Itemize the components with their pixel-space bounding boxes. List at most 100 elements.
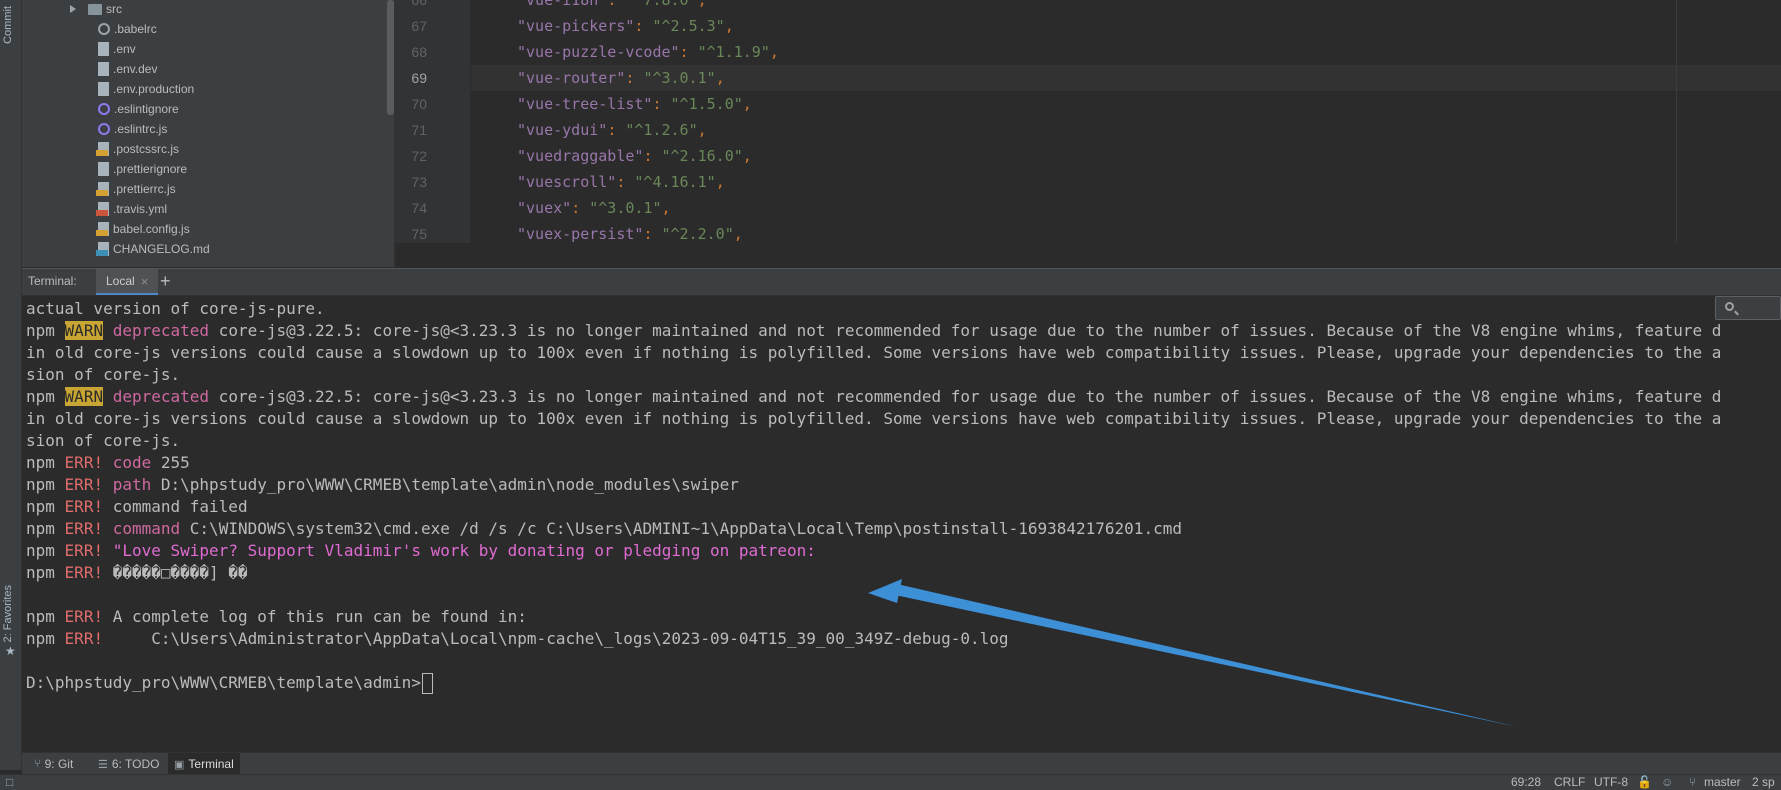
- line-number: 74: [411, 200, 427, 216]
- line-number: 67: [411, 18, 427, 34]
- line-number: 66: [411, 0, 427, 8]
- terminal-line: npm ERR! �����□����] ��: [26, 563, 248, 582]
- add-tab-icon[interactable]: +: [160, 271, 171, 292]
- tree-item-travis[interactable]: .travis.yml: [96, 199, 167, 219]
- js-file-icon: [96, 182, 109, 196]
- tree-item-prettierignore[interactable]: .prettierignore: [98, 159, 187, 179]
- tab-label: Local: [106, 274, 135, 288]
- tree-item-label: .env.production: [113, 82, 195, 96]
- code-line: "vue-tree-list": "^1.5.0",: [517, 95, 752, 113]
- line-number-gutter: 66 67 68 69 70 71 72 73 74 75: [395, 0, 470, 243]
- file-icon: [98, 82, 109, 96]
- code-line: "vuex-persist": "^2.2.0",: [517, 225, 743, 243]
- line-number: 71: [411, 122, 427, 138]
- todo-tool-tab[interactable]: ☰ 6: TODO: [92, 753, 165, 775]
- git-tool-tab[interactable]: ⑂ 9: Git: [28, 753, 79, 775]
- terminal-line: in old core-js versions could cause a sl…: [26, 343, 1722, 362]
- commit-tool-label: Commit: [2, 6, 14, 44]
- layout-icon[interactable]: □: [6, 775, 13, 790]
- caret-position[interactable]: 69:28: [1511, 775, 1541, 790]
- star-icon: ★: [5, 644, 16, 658]
- tree-item-label: .travis.yml: [113, 202, 167, 216]
- close-icon[interactable]: ×: [141, 274, 149, 289]
- right-margin-guide: [1676, 0, 1677, 243]
- favorites-tool-tab[interactable]: 2: Favorites: [2, 585, 14, 642]
- commit-tool-tab[interactable]: Commit: [2, 6, 14, 44]
- tree-item-label: src: [106, 2, 122, 16]
- terminal-line: npm ERR! C:\Users\Administrator\AppData\…: [26, 629, 1009, 648]
- tree-item-label: .prettierrc.js: [113, 182, 176, 196]
- code-line: "vuex": "^3.0.1",: [517, 199, 671, 217]
- tree-item-prettierrc[interactable]: .prettierrc.js: [96, 179, 176, 199]
- tree-item-postcssrc[interactable]: .postcssrc.js: [96, 139, 180, 159]
- terminal-prompt[interactable]: D:\phpstudy_pro\WWW\CRMEB\template\admin…: [26, 670, 433, 695]
- tree-item-label: .prettierignore: [113, 162, 188, 176]
- line-separator[interactable]: CRLF: [1554, 775, 1585, 790]
- status-bar: □ 69:28 CRLF UTF-8 🔓 ☺ ⑂ master 2 sp: [0, 774, 1781, 790]
- js-file-icon: [96, 142, 109, 156]
- line-number: 73: [411, 174, 427, 190]
- code-line: "vuedraggable": "^2.16.0",: [517, 147, 752, 165]
- terminal-line: in old core-js versions could cause a sl…: [26, 409, 1722, 428]
- eslint-icon: [98, 103, 110, 115]
- search-icon: [1725, 302, 1734, 311]
- lock-icon[interactable]: 🔓: [1637, 775, 1652, 790]
- gear-file-icon: [98, 23, 110, 35]
- tree-item-label: babel.config.js: [113, 222, 190, 236]
- tool-window-bar: ⑂ 9: Git ☰ 6: TODO ▣ Terminal: [22, 752, 1781, 775]
- tree-item-env-production[interactable]: .env.production: [98, 79, 194, 99]
- tree-item-label: .env: [113, 42, 136, 56]
- tab-local[interactable]: Local ×: [96, 269, 159, 295]
- line-number: 68: [411, 44, 427, 60]
- tree-item-label: CHANGELOG.md: [113, 242, 210, 256]
- code-line: "vuescroll": "^4.16.1",: [517, 173, 725, 191]
- git-branch[interactable]: master: [1704, 775, 1741, 790]
- tree-item-babel-config[interactable]: babel.config.js: [96, 219, 190, 239]
- code-line-current: "vue-router": "^3.0.1",: [517, 69, 725, 87]
- left-tool-strip: Commit 2: Favorites ★: [0, 0, 22, 770]
- code-line: "vue-puzzle-vcode": "^1.1.9",: [517, 43, 779, 61]
- list-icon: ☰: [98, 758, 108, 771]
- js-file-icon: [96, 222, 109, 236]
- line-number: 70: [411, 96, 427, 112]
- tree-item-label: .eslintrc.js: [114, 122, 168, 136]
- folder-icon: [88, 4, 102, 15]
- tree-item-eslintignore[interactable]: .eslintignore: [98, 99, 179, 119]
- tree-scrollbar[interactable]: [387, 0, 394, 115]
- code-line: "vue-i18n": "^7.8.0",: [517, 0, 707, 9]
- project-tree: src .babelrc .env .env.dev .env.producti…: [22, 0, 395, 267]
- tree-item-changelog[interactable]: CHANGELOG.md: [96, 239, 210, 259]
- tree-item-babelrc[interactable]: .babelrc: [98, 19, 157, 39]
- tree-item-env-dev[interactable]: .env.dev: [98, 59, 157, 79]
- line-number: 72: [411, 148, 427, 164]
- file-icon: [98, 62, 109, 76]
- code-line: "vue-ydui": "^1.2.6",: [517, 121, 707, 139]
- tree-item-env[interactable]: .env: [98, 39, 136, 59]
- terminal-output[interactable]: actual version of core-js-pure. npm WARN…: [22, 296, 1781, 752]
- code-line: "vue-pickers": "^2.5.3",: [517, 17, 734, 35]
- tree-item-label: .eslintignore: [114, 102, 179, 116]
- yml-file-icon: [96, 202, 109, 216]
- git-branch-icon: ⑂: [34, 758, 41, 770]
- terminal-tool-tab[interactable]: ▣ Terminal: [168, 753, 240, 775]
- tree-item-src[interactable]: src: [70, 0, 122, 19]
- tree-item-label: .env.dev: [113, 62, 158, 76]
- code-editor[interactable]: 66 67 68 69 70 71 72 73 74 75 "vue-i18n"…: [395, 0, 1781, 243]
- line-number: 75: [411, 226, 427, 242]
- tree-item-eslintrc[interactable]: .eslintrc.js: [98, 119, 167, 139]
- terminal-header: Terminal: Local × +: [22, 268, 1781, 296]
- file-icon: [98, 42, 109, 56]
- terminal-icon: ▣: [174, 758, 185, 771]
- eslint-icon: [98, 123, 110, 135]
- tree-item-label: .postcssrc.js: [113, 142, 180, 156]
- terminal-tool-label: Terminal: [188, 757, 234, 771]
- expand-arrow-icon[interactable]: [70, 5, 76, 13]
- favorites-tool-label: 2: Favorites: [2, 585, 14, 643]
- file-encoding[interactable]: UTF-8: [1594, 775, 1628, 790]
- git-branch-icon: ⑂: [1689, 775, 1697, 789]
- inspector-icon[interactable]: ☺: [1661, 775, 1673, 790]
- file-icon: [98, 162, 109, 176]
- todo-tool-label: 6: TODO: [111, 757, 160, 771]
- indent-setting[interactable]: 2 sp: [1752, 775, 1775, 790]
- terminal-search-field[interactable]: [1715, 296, 1781, 320]
